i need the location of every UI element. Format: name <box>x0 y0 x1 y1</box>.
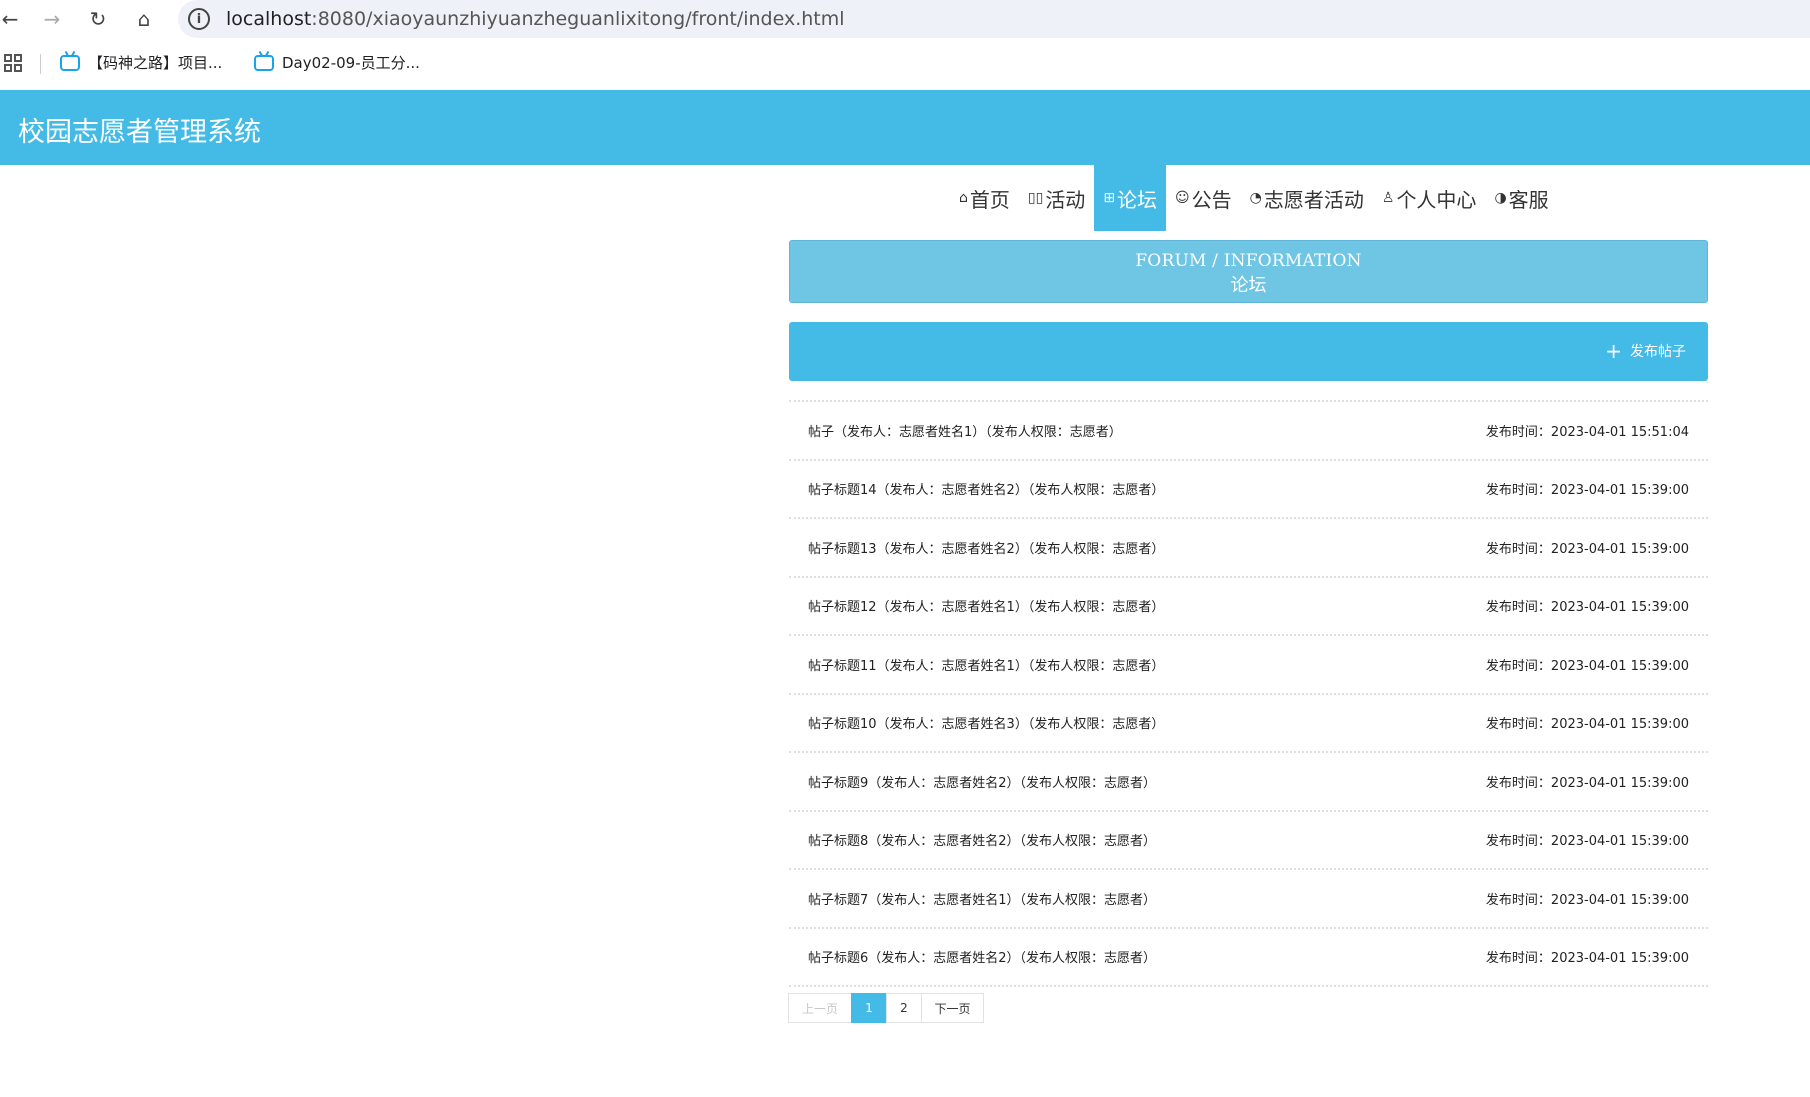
page-button-1[interactable]: 1 <box>851 993 887 1023</box>
home-icon: ⌂ <box>959 190 968 206</box>
support-icon: ◑ <box>1494 190 1507 206</box>
address-bar[interactable]: i localhost:8080/xiaoyaunzhiyuanzheguanl… <box>178 0 1810 38</box>
announcement-icon: ☺ <box>1175 190 1190 206</box>
user-icon: ♙ <box>1381 190 1395 206</box>
post-row[interactable]: 帖子标题13（发布人：志愿者姓名2）（发布人权限：志愿者） 发布时间：2023-… <box>789 517 1708 576</box>
home-icon[interactable]: ⌂ <box>130 5 158 33</box>
post-time: 发布时间：2023-04-01 15:39:00 <box>1485 600 1689 616</box>
post-time: 发布时间：2023-04-01 15:39:00 <box>1485 658 1689 674</box>
nav-label: 公告 <box>1191 187 1232 212</box>
url-path: :8080/xiaoyaunzhiyuanzheguanlixitong/fro… <box>311 8 845 30</box>
main-nav: ⌂ 首页 ▯▯ 活动 ⊞ 论坛 ☺ 公告 ◔ 志愿者活动 ♙ 个人中心 ◑ 客服 <box>950 165 1558 231</box>
apps-grid-icon[interactable] <box>4 54 22 72</box>
nav-label: 客服 <box>1508 187 1549 212</box>
prev-page-button[interactable]: 上一页 <box>788 993 852 1023</box>
post-time: 发布时间：2023-04-01 15:39:00 <box>1485 541 1689 557</box>
clock-icon: ◔ <box>1249 190 1262 206</box>
post-title: 帖子标题12（发布人：志愿者姓名1）（发布人权限：志愿者） <box>808 600 1165 616</box>
site-title: 校园志愿者管理系统 <box>18 117 261 148</box>
nav-label: 活动 <box>1045 187 1086 212</box>
post-time: 发布时间：2023-04-01 15:51:04 <box>1485 424 1689 440</box>
post-row[interactable]: 帖子标题11（发布人：志愿者姓名1）（发布人权限：志愿者） 发布时间：2023-… <box>789 634 1708 693</box>
post-title: 帖子标题13（发布人：志愿者姓名2）（发布人权限：志愿者） <box>808 541 1165 557</box>
nav-item-volunteer-activity[interactable]: ◔ 志愿者活动 <box>1241 165 1373 231</box>
next-page-button[interactable]: 下一页 <box>921 993 984 1023</box>
browser-toolbar: ← → ↻ ⌂ i localhost:8080/xiaoyaunzhiyuan… <box>0 0 1810 38</box>
bookmark-separator <box>40 54 41 74</box>
bilibili-icon <box>60 54 80 71</box>
post-title: 帖子（发布人：志愿者姓名1）（发布人权限：志愿者） <box>808 424 1122 440</box>
bookmark-label: Day02-09-员工分... <box>282 54 420 72</box>
post-title: 帖子标题11（发布人：志愿者姓名1）（发布人权限：志愿者） <box>808 658 1165 674</box>
nav-item-personal-center[interactable]: ♙ 个人中心 <box>1373 165 1486 231</box>
post-row[interactable]: 帖子标题6（发布人：志愿者姓名2）（发布人权限：志愿者） 发布时间：2023-0… <box>789 926 1708 986</box>
page-button-2[interactable]: 2 <box>886 993 922 1023</box>
nav-item-announcement[interactable]: ☺ 公告 <box>1166 165 1241 231</box>
post-row[interactable]: 帖子标题7（发布人：志愿者姓名1）（发布人权限：志愿者） 发布时间：2023-0… <box>789 868 1708 927</box>
reload-icon[interactable]: ↻ <box>84 5 112 33</box>
bookmark-label: 【码神之路】项目... <box>88 54 223 72</box>
forum-banner: FORUM / INFORMATION 论坛 <box>789 240 1708 303</box>
post-title: 帖子标题7（发布人：志愿者姓名1）（发布人权限：志愿者） <box>808 892 1157 908</box>
nav-label: 论坛 <box>1117 187 1158 212</box>
site-header: 校园志愿者管理系统 <box>0 90 1810 165</box>
forum-icon: ⊞ <box>1103 190 1116 206</box>
post-title: 帖子标题6（发布人：志愿者姓名2）（发布人权限：志愿者） <box>808 951 1157 967</box>
post-title: 帖子标题14（发布人：志愿者姓名2）（发布人权限：志愿者） <box>808 483 1165 499</box>
bookmark-item[interactable]: Day02-09-员工分... <box>254 52 420 73</box>
info-icon[interactable]: i <box>188 8 210 30</box>
post-title: 帖子标题8（发布人：志愿者姓名2）（发布人权限：志愿者） <box>808 834 1157 850</box>
nav-label: 个人中心 <box>1396 187 1477 212</box>
post-row[interactable]: 帖子标题10（发布人：志愿者姓名3）（发布人权限：志愿者） 发布时间：2023-… <box>789 692 1708 752</box>
post-row[interactable]: 帖子标题12（发布人：志愿者姓名1）（发布人权限：志愿者） 发布时间：2023-… <box>789 575 1708 635</box>
post-time: 发布时间：2023-04-01 15:39:00 <box>1485 834 1689 850</box>
activity-icon: ▯▯ <box>1027 190 1044 206</box>
post-list: 帖子（发布人：志愿者姓名1）（发布人权限：志愿者） 发布时间：2023-04-0… <box>789 400 1708 987</box>
nav-item-home[interactable]: ⌂ 首页 <box>950 165 1019 231</box>
plus-icon: + <box>1605 339 1622 363</box>
publish-post-button[interactable]: + 发布帖子 <box>1605 341 1686 361</box>
url-text[interactable]: localhost:8080/xiaoyaunzhiyuanzheguanlix… <box>226 8 845 30</box>
post-time: 发布时间：2023-04-01 15:39:00 <box>1485 717 1689 733</box>
action-bar: + 发布帖子 <box>789 322 1708 381</box>
post-row[interactable]: 帖子标题14（发布人：志愿者姓名2）（发布人权限：志愿者） 发布时间：2023-… <box>789 458 1708 518</box>
nav-label: 志愿者活动 <box>1263 187 1364 212</box>
nav-item-activity[interactable]: ▯▯ 活动 <box>1019 165 1094 231</box>
post-time: 发布时间：2023-04-01 15:39:00 <box>1485 892 1689 908</box>
nav-label: 首页 <box>969 187 1010 212</box>
post-title: 帖子标题10（发布人：志愿者姓名3）（发布人权限：志愿者） <box>808 717 1165 733</box>
bookmark-item[interactable]: 【码神之路】项目... <box>60 52 222 73</box>
post-time: 发布时间：2023-04-01 15:39:00 <box>1485 483 1689 499</box>
bookmarks-bar: 【码神之路】项目... Day02-09-员工分... <box>0 44 1810 84</box>
banner-title-en: FORUM / INFORMATION <box>1135 251 1362 271</box>
back-icon[interactable]: ← <box>0 5 24 33</box>
post-row[interactable]: 帖子（发布人：志愿者姓名1）（发布人权限：志愿者） 发布时间：2023-04-0… <box>789 400 1708 459</box>
post-row[interactable]: 帖子标题9（发布人：志愿者姓名2）（发布人权限：志愿者） 发布时间：2023-0… <box>789 751 1708 810</box>
nav-item-forum[interactable]: ⊞ 论坛 <box>1094 165 1167 231</box>
list-divider <box>789 985 1708 987</box>
publish-label: 发布帖子 <box>1630 344 1686 360</box>
url-host: localhost <box>226 8 312 30</box>
forward-icon[interactable]: → <box>38 5 66 33</box>
banner-title-cn: 论坛 <box>1230 275 1267 296</box>
nav-item-customer-service[interactable]: ◑ 客服 <box>1485 165 1557 231</box>
post-row[interactable]: 帖子标题8（发布人：志愿者姓名2）（发布人权限：志愿者） 发布时间：2023-0… <box>789 809 1708 869</box>
pagination: 上一页 1 2 下一页 <box>788 993 984 1023</box>
bilibili-icon <box>254 54 274 71</box>
post-time: 发布时间：2023-04-01 15:39:00 <box>1485 951 1689 967</box>
post-title: 帖子标题9（发布人：志愿者姓名2）（发布人权限：志愿者） <box>808 775 1157 791</box>
post-time: 发布时间：2023-04-01 15:39:00 <box>1485 775 1689 791</box>
